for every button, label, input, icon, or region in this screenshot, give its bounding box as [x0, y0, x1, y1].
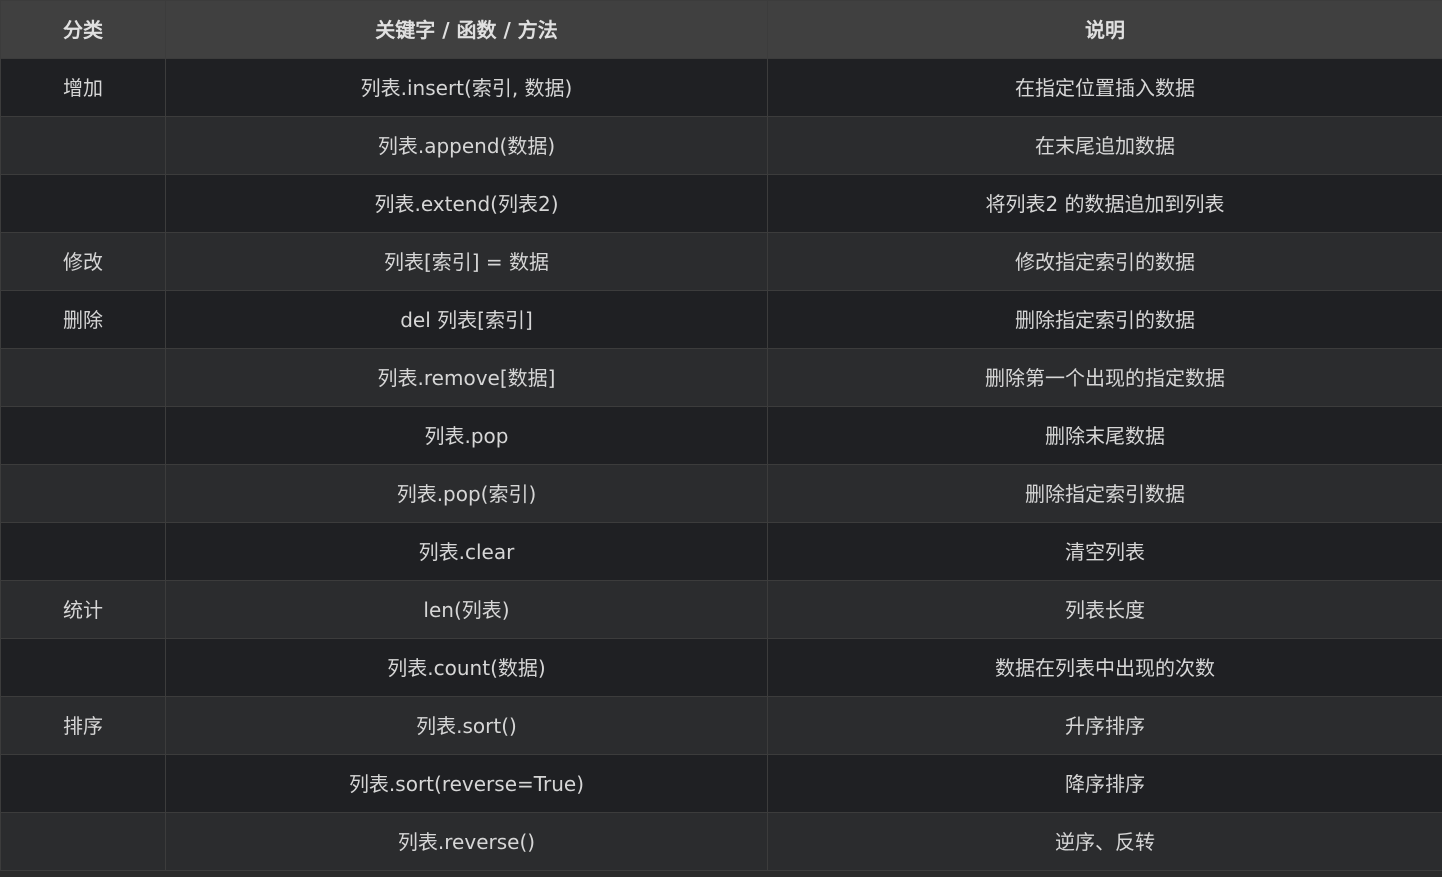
cell-category	[0, 754, 166, 813]
cell-method: 列表.insert(索引, 数据)	[165, 58, 768, 117]
table-row: 删除 del 列表[索引] 删除指定索引的数据	[0, 290, 1442, 349]
cell-method: 列表.sort(reverse=True)	[165, 754, 768, 813]
cell-method: 列表.pop	[165, 406, 768, 465]
table-row: 统计 len(列表) 列表长度	[0, 580, 1442, 639]
list-methods-table: 分类 关键字 / 函数 / 方法 说明 增加 列表.insert(索引, 数据)…	[0, 0, 1442, 871]
cell-description: 删除指定索引数据	[767, 464, 1442, 523]
cell-category: 增加	[0, 58, 166, 117]
list-methods-table-container: 分类 关键字 / 函数 / 方法 说明 增加 列表.insert(索引, 数据)…	[0, 0, 1442, 877]
cell-method: del 列表[索引]	[165, 290, 768, 349]
cell-description: 降序排序	[767, 754, 1442, 813]
table-row: 排序 列表.sort() 升序排序	[0, 696, 1442, 755]
cell-category	[0, 638, 166, 697]
cell-description: 清空列表	[767, 522, 1442, 581]
table-header-row: 分类 关键字 / 函数 / 方法 说明	[0, 0, 1442, 59]
cell-method: 列表.reverse()	[165, 812, 768, 871]
cell-category: 修改	[0, 232, 166, 291]
table-row: 修改 列表[索引] = 数据 修改指定索引的数据	[0, 232, 1442, 291]
table-row: 列表.append(数据) 在末尾追加数据	[0, 116, 1442, 175]
table-row: 列表.sort(reverse=True) 降序排序	[0, 754, 1442, 813]
table-row: 列表.reverse() 逆序、反转	[0, 812, 1442, 871]
cell-method: 列表.count(数据)	[165, 638, 768, 697]
cell-category	[0, 464, 166, 523]
cell-category: 排序	[0, 696, 166, 755]
cell-description: 在指定位置插入数据	[767, 58, 1442, 117]
table-row: 列表.count(数据) 数据在列表中出现的次数	[0, 638, 1442, 697]
header-category: 分类	[0, 0, 166, 59]
cell-category	[0, 348, 166, 407]
cell-method: len(列表)	[165, 580, 768, 639]
page-bottom-edge	[0, 872, 1442, 877]
table-row: 列表.clear 清空列表	[0, 522, 1442, 581]
cell-category	[0, 174, 166, 233]
cell-category: 统计	[0, 580, 166, 639]
table-row: 列表.pop(索引) 删除指定索引数据	[0, 464, 1442, 523]
cell-method: 列表.extend(列表2)	[165, 174, 768, 233]
table-body: 增加 列表.insert(索引, 数据) 在指定位置插入数据 列表.append…	[0, 58, 1442, 871]
table-row: 列表.extend(列表2) 将列表2 的数据追加到列表	[0, 174, 1442, 233]
cell-category	[0, 406, 166, 465]
cell-description: 逆序、反转	[767, 812, 1442, 871]
cell-description: 将列表2 的数据追加到列表	[767, 174, 1442, 233]
header-description: 说明	[767, 0, 1442, 59]
cell-description: 数据在列表中出现的次数	[767, 638, 1442, 697]
header-method: 关键字 / 函数 / 方法	[165, 0, 768, 59]
cell-description: 修改指定索引的数据	[767, 232, 1442, 291]
cell-method: 列表.pop(索引)	[165, 464, 768, 523]
cell-category	[0, 522, 166, 581]
table-row: 列表.remove[数据] 删除第一个出现的指定数据	[0, 348, 1442, 407]
table-row: 增加 列表.insert(索引, 数据) 在指定位置插入数据	[0, 58, 1442, 117]
cell-method: 列表.clear	[165, 522, 768, 581]
cell-method: 列表[索引] = 数据	[165, 232, 768, 291]
cell-method: 列表.append(数据)	[165, 116, 768, 175]
cell-method: 列表.sort()	[165, 696, 768, 755]
cell-description: 删除末尾数据	[767, 406, 1442, 465]
cell-description: 列表长度	[767, 580, 1442, 639]
cell-description: 在末尾追加数据	[767, 116, 1442, 175]
table-row: 列表.pop 删除末尾数据	[0, 406, 1442, 465]
table-header: 分类 关键字 / 函数 / 方法 说明	[0, 0, 1442, 59]
cell-description: 删除指定索引的数据	[767, 290, 1442, 349]
cell-method: 列表.remove[数据]	[165, 348, 768, 407]
cell-description: 删除第一个出现的指定数据	[767, 348, 1442, 407]
cell-category	[0, 812, 166, 871]
cell-category: 删除	[0, 290, 166, 349]
cell-description: 升序排序	[767, 696, 1442, 755]
cell-category	[0, 116, 166, 175]
